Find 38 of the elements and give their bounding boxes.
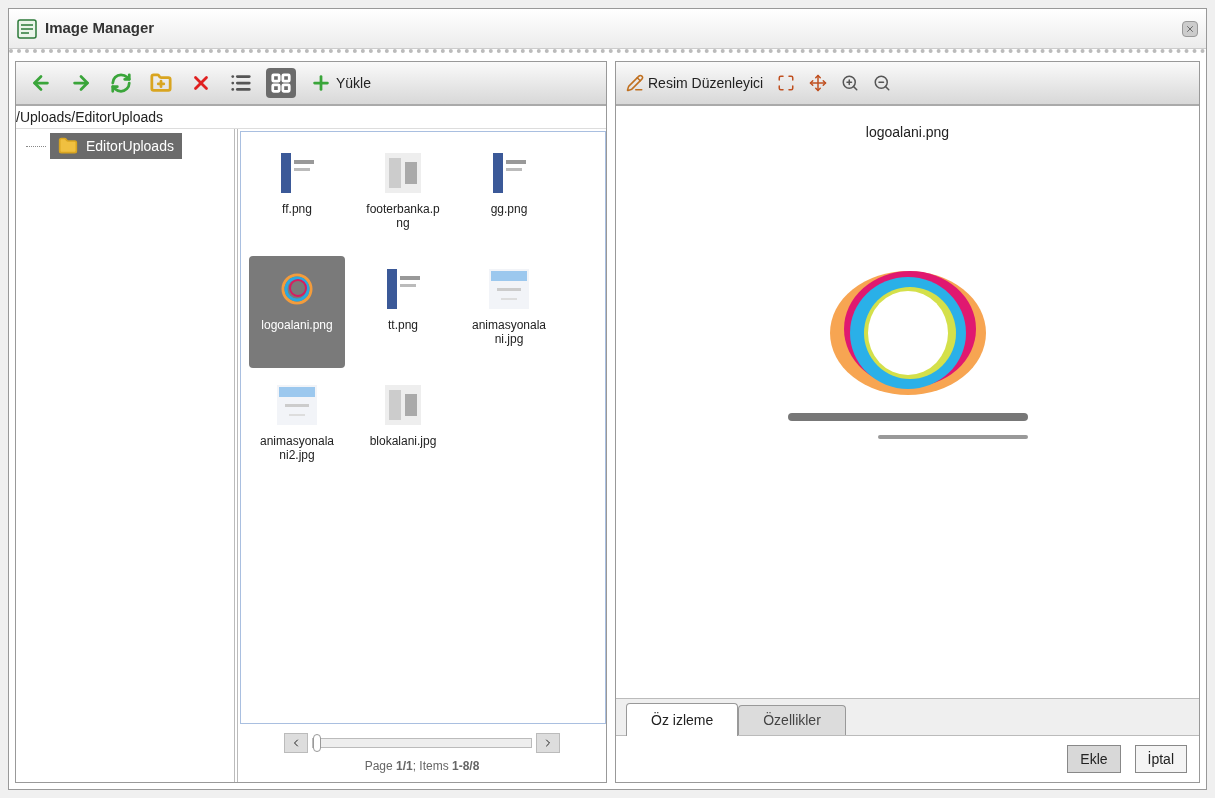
refresh-icon [110,72,132,94]
pager-status: Page 1/1; Items 1-8/8 [364,758,480,775]
scroll-left-button[interactable] [284,733,308,753]
file-item[interactable]: animasyonalani2.jpg [249,372,345,484]
path-label: /Uploads/EditorUploads [16,108,165,127]
window-title: Image Manager [45,18,155,39]
file-item[interactable]: ff.png [249,140,345,252]
tab[interactable]: Özellikler [738,705,846,735]
cancel-button[interactable]: İptal [1134,745,1187,773]
scroll-right-button[interactable] [536,733,560,753]
tree-item[interactable]: EditorUploads [50,133,182,159]
plus-icon [310,72,332,94]
file-item[interactable]: logoalani.png [249,256,345,368]
upload-button[interactable]: Yükle [306,68,376,98]
slider-thumb[interactable] [313,734,321,752]
close-icon [1185,23,1195,34]
image-editor-button[interactable]: Resim Düzenleyici [626,72,764,94]
zoom-out-icon[interactable] [873,74,892,92]
tab[interactable]: Öz izleme [626,703,739,736]
file-item[interactable]: blokalani.jpg [355,372,451,484]
file-item[interactable]: footerbanka.png [355,140,451,252]
insert-button[interactable]: Ekle [1067,745,1121,773]
file-item[interactable]: gg.png [461,140,557,252]
move-icon[interactable] [809,74,828,92]
zoom-in-icon[interactable] [841,74,860,92]
grid-view-icon [270,72,292,94]
folder-icon [58,136,78,156]
close-button[interactable] [1182,20,1198,37]
file-item[interactable]: animasyonalani.jpg [461,256,557,368]
fit-icon[interactable] [777,74,796,92]
preview-file-name: logoalani.png [865,123,950,142]
list-view-icon [230,72,252,94]
file-item[interactable]: tt.png [355,256,451,368]
window-icon [17,18,37,39]
new-folder-icon [150,72,172,94]
image-edit-icon [626,74,644,92]
forward-arrow-icon [70,72,92,94]
toolbar-button[interactable] [266,68,296,98]
